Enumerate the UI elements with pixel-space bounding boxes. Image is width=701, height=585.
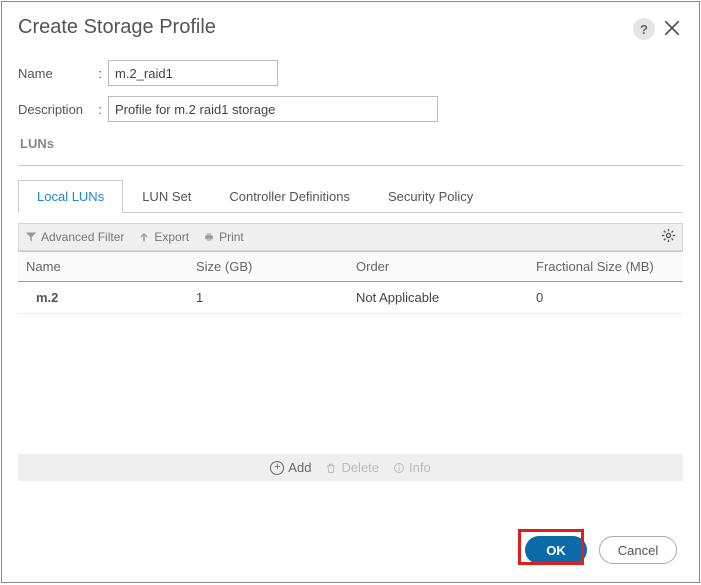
table-toolbar: Advanced Filter Export Print (18, 223, 683, 251)
cell-order: Not Applicable (356, 290, 536, 305)
tab-lun-set-label: LUN Set (142, 189, 191, 204)
luns-section-label: LUNs (18, 132, 683, 157)
description-label-text: Description (18, 102, 83, 117)
export-icon (138, 231, 150, 243)
header-icons: ? (633, 18, 683, 40)
create-storage-profile-dialog: Create Storage Profile ? Name: Descripti… (1, 1, 700, 583)
delete-button: Delete (325, 460, 379, 475)
col-header-order[interactable]: Order (356, 259, 536, 274)
name-row: Name: (18, 60, 683, 86)
advanced-filter-label: Advanced Filter (41, 230, 124, 244)
cancel-button[interactable]: Cancel (599, 536, 677, 564)
table-header-row: Name Size (GB) Order Fractional Size (MB… (18, 251, 683, 282)
print-label: Print (219, 230, 244, 244)
advanced-filter-button[interactable]: Advanced Filter (25, 230, 124, 244)
export-button[interactable]: Export (138, 230, 189, 244)
ok-button[interactable]: OK (525, 536, 587, 564)
info-icon (393, 462, 405, 474)
print-button[interactable]: Print (203, 230, 244, 244)
form-area: Name: Description: LUNs (2, 44, 699, 163)
cell-size: 1 (196, 290, 356, 305)
col-header-name[interactable]: Name (26, 259, 196, 274)
close-button[interactable] (663, 19, 683, 39)
name-label: Name: (18, 66, 108, 81)
table-settings-button[interactable] (661, 228, 676, 246)
export-label: Export (154, 230, 189, 244)
table-body: m.2 1 Not Applicable 0 (18, 282, 683, 454)
tab-security-policy-label: Security Policy (388, 189, 473, 204)
add-label: Add (288, 460, 311, 475)
trash-icon (325, 462, 337, 474)
tab-local-luns-label: Local LUNs (37, 189, 104, 204)
description-row: Description: (18, 96, 683, 122)
tab-local-luns[interactable]: Local LUNs (18, 180, 123, 213)
cell-frac: 0 (536, 290, 675, 305)
delete-label: Delete (341, 460, 379, 475)
print-icon (203, 231, 215, 243)
name-input[interactable] (108, 60, 278, 86)
info-label: Info (409, 460, 431, 475)
close-icon (663, 19, 681, 37)
dialog-title: Create Storage Profile (18, 16, 216, 39)
tab-controller-definitions-label: Controller Definitions (229, 189, 350, 204)
luns-table: Name Size (GB) Order Fractional Size (MB… (18, 251, 683, 454)
section-separator (18, 165, 683, 166)
dialog-buttons: OK Cancel (525, 536, 677, 564)
tab-lun-set[interactable]: LUN Set (123, 180, 210, 213)
name-label-text: Name (18, 66, 53, 81)
cancel-label: Cancel (618, 543, 658, 558)
add-button[interactable]: + Add (270, 460, 311, 475)
tabs-row: Local LUNs LUN Set Controller Definition… (18, 180, 683, 213)
table-footer-bar: + Add Delete Info (18, 454, 683, 481)
description-input[interactable] (108, 96, 438, 122)
cell-name: m.2 (26, 290, 196, 305)
col-header-frac[interactable]: Fractional Size (MB) (536, 259, 675, 274)
tab-controller-definitions[interactable]: Controller Definitions (210, 180, 369, 213)
filter-icon (25, 231, 37, 243)
col-header-size[interactable]: Size (GB) (196, 259, 356, 274)
plus-icon: + (270, 461, 284, 475)
help-button[interactable]: ? (633, 18, 655, 40)
table-row[interactable]: m.2 1 Not Applicable 0 (18, 282, 683, 314)
gear-icon (661, 228, 676, 243)
dialog-header: Create Storage Profile ? (2, 2, 699, 44)
info-button: Info (393, 460, 431, 475)
description-label: Description: (18, 102, 108, 117)
tab-security-policy[interactable]: Security Policy (369, 180, 492, 213)
ok-label: OK (546, 543, 566, 558)
